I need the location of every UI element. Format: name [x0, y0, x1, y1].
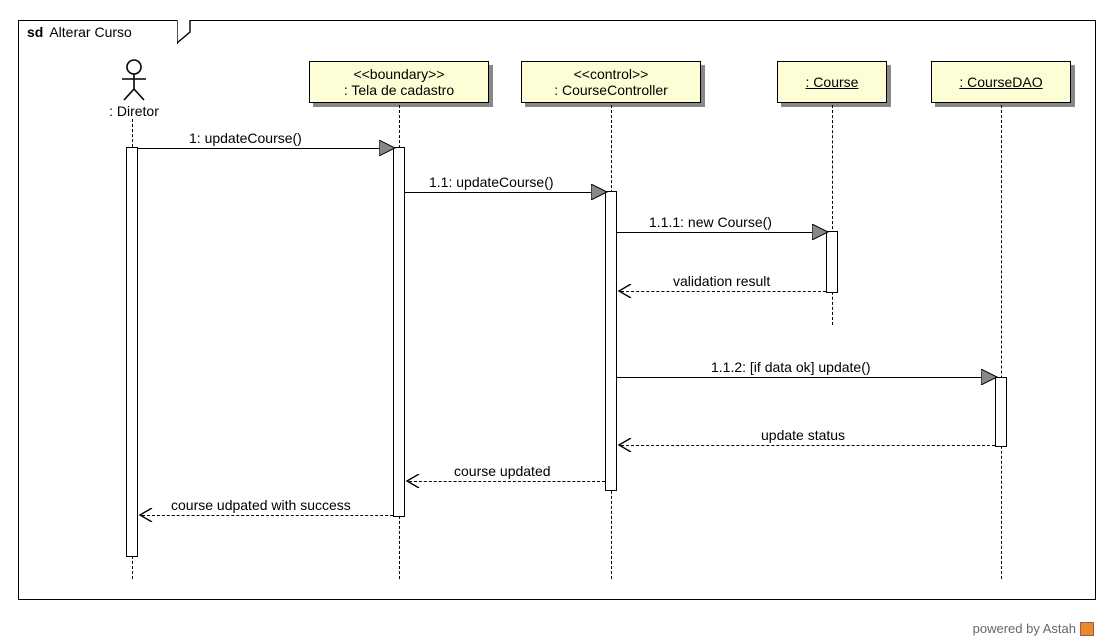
return-11-line [409, 481, 605, 482]
activation-course [826, 231, 838, 293]
msg-111-label: 1.1.1: new Course() [649, 214, 772, 230]
lifeline-control: <<control>> : CourseController [521, 61, 701, 103]
lifeline-course-label: : Course [806, 74, 859, 90]
activation-actor [126, 147, 138, 557]
return-112-line [621, 445, 995, 446]
msg-1-line [138, 148, 389, 149]
msg-111-line [617, 232, 822, 233]
arrow-icon [812, 224, 830, 240]
arrow-open-icon [617, 284, 633, 298]
footer: powered by Astah [973, 621, 1094, 636]
lifeline-course: : Course [777, 61, 887, 103]
lifeline-control-label: : CourseController [530, 82, 692, 98]
activation-control [605, 191, 617, 491]
activation-boundary [393, 147, 405, 517]
lifeline-boundary-label: : Tela de cadastro [318, 82, 480, 98]
return-1-label: course udpated with success [171, 497, 351, 513]
tab-notch-icon [177, 20, 191, 44]
arrow-open-icon [138, 508, 154, 522]
lifeline-boundary: <<boundary>> : Tela de cadastro [309, 61, 489, 103]
lifeline-dao: : CourseDAO [931, 61, 1071, 103]
arrow-icon [379, 140, 397, 156]
actor-diretor: : Diretor [94, 59, 174, 119]
msg-1-label: 1: updateCourse() [189, 130, 302, 146]
footer-text: powered by Astah [973, 621, 1076, 636]
arrow-open-icon [405, 474, 421, 488]
return-1-line [142, 515, 393, 516]
arrow-open-icon [617, 438, 633, 452]
return-111-label: validation result [673, 273, 770, 289]
frame-tag: sd [27, 24, 43, 40]
return-112-label: update status [761, 427, 845, 443]
stereotype-boundary: <<boundary>> [318, 66, 480, 82]
msg-11-line [405, 192, 601, 193]
lifeline-dao-line [1001, 105, 1002, 579]
stereotype-control: <<control>> [530, 66, 692, 82]
frame-tab: sd Alterar Curso [18, 20, 178, 44]
return-11-label: course updated [454, 463, 551, 479]
astah-logo-icon [1080, 622, 1094, 636]
return-111-line [621, 291, 826, 292]
msg-11-label: 1.1: updateCourse() [429, 174, 554, 190]
lifeline-dao-label: : CourseDAO [959, 74, 1042, 90]
actor-label: : Diretor [94, 103, 174, 119]
arrow-icon [981, 369, 999, 385]
frame-title: Alterar Curso [49, 24, 131, 40]
sequence-frame: sd Alterar Curso : Diretor <<boundary>> … [18, 20, 1096, 600]
msg-112-line [617, 377, 991, 378]
actor-icon [118, 59, 150, 101]
msg-112-label: 1.1.2: [if data ok] update() [711, 359, 871, 375]
activation-dao [995, 377, 1007, 447]
arrow-icon [591, 184, 609, 200]
